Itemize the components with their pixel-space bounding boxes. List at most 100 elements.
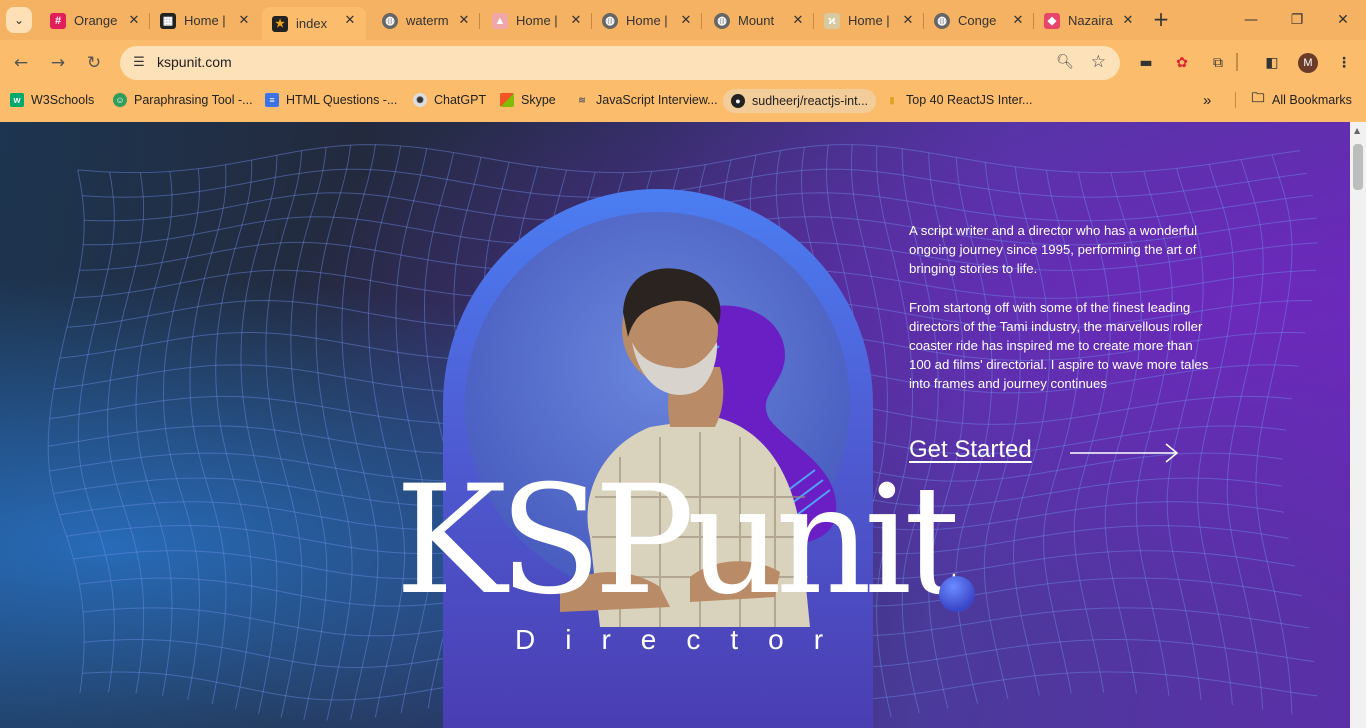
close-icon[interactable]: ✕ (1120, 12, 1136, 28)
scroll-up-arrow-icon[interactable]: ▲ (1354, 126, 1360, 135)
bookmark-label: ChatGPT (434, 93, 487, 107)
arrow-right-icon: → (50, 53, 66, 73)
tab-home-2[interactable]: ▲ Home | ✕ (482, 7, 592, 34)
w3schools-icon: w (10, 93, 24, 107)
tab-conge[interactable]: ◍ Conge ✕ (924, 7, 1034, 34)
bookmark-paraphrasing[interactable]: ☺ Paraphrasing Tool -... (113, 90, 253, 110)
restore-button[interactable]: ❐ (1274, 8, 1320, 32)
close-icon[interactable]: ✕ (456, 12, 472, 28)
bookmark-label: Skype (521, 93, 556, 107)
extension-icon[interactable]: ▬ (1136, 53, 1156, 73)
close-window-button[interactable]: ✕ (1320, 8, 1366, 32)
plus-icon: + (1152, 7, 1170, 31)
bookmark-label: W3Schools (31, 93, 95, 107)
tab-label: Conge (958, 13, 997, 28)
close-icon[interactable]: ✕ (236, 12, 252, 28)
close-icon: ✕ (1337, 12, 1349, 28)
tab-label: index (296, 16, 328, 31)
globe-icon: ◍ (934, 12, 950, 29)
bookmark-html-questions[interactable]: ≡ HTML Questions -... (265, 90, 397, 110)
kspunit-logo: KSPunit (395, 462, 955, 612)
get-started-link[interactable]: Get Started (909, 436, 1032, 464)
globe-icon: ◍ (602, 12, 618, 29)
tab-home-3[interactable]: ◍ Home | ✕ (592, 7, 702, 34)
back-button[interactable]: ← (8, 50, 34, 76)
tab-label: Home | (516, 13, 558, 28)
intro-text: A script writer and a director who has a… (909, 221, 1209, 413)
tab-label: Home | (848, 13, 890, 28)
bookmark-chatgpt[interactable]: ✺ ChatGPT (413, 90, 486, 110)
globe-icon: ◍ (382, 12, 398, 29)
tab-home-1[interactable]: ▦ Home | ✕ (150, 7, 260, 34)
close-icon[interactable]: ✕ (790, 12, 806, 28)
windows-icon (500, 93, 514, 107)
minimize-icon: — (1244, 12, 1258, 28)
browser-toolbar: ← → ↻ ☰ kspunit.com 🔍︎ ☆ ▬ ✿ ⧉ ◧ M ⋮ (0, 40, 1366, 86)
bookmark-skype[interactable]: Skype (500, 90, 556, 110)
github-icon: ● (731, 94, 745, 108)
bookmark-w3schools[interactable]: w W3Schools (10, 90, 94, 110)
tab-orange[interactable]: # Orange ✕ (40, 7, 150, 34)
site-info-icon[interactable]: ☰ (130, 54, 148, 72)
tab-label: Home | (626, 13, 668, 28)
tab-index[interactable]: ★ index ✕ (262, 7, 366, 40)
new-tab-button[interactable]: + (1150, 8, 1172, 30)
more-bookmarks-button[interactable]: » (1203, 90, 1211, 110)
bookmark-star-icon[interactable]: ☆ (1091, 52, 1106, 72)
chevron-down-icon: ⌄ (13, 13, 25, 27)
tent-icon: ▲ (492, 12, 508, 29)
bookmark-label: HTML Questions -... (286, 93, 398, 107)
tab-nazaira[interactable]: ◆ Nazaira ✕ (1034, 7, 1144, 34)
bookmark-icon: ▮ (889, 94, 895, 105)
tab-mount[interactable]: ◍ Mount ✕ (704, 7, 814, 34)
close-icon[interactable]: ✕ (126, 12, 142, 28)
side-panel-icon[interactable]: ◧ (1262, 53, 1282, 73)
tab-home-4[interactable]: ϰ Home | ✕ (814, 7, 924, 34)
tab-label: Nazaira (1068, 13, 1113, 28)
intro-paragraph: A script writer and a director who has a… (909, 223, 1198, 276)
bookmark-label: Paraphrasing Tool -... (134, 93, 253, 107)
grid-icon: ▦ (160, 12, 176, 29)
double-chevron-icon: » (1203, 91, 1212, 109)
color-picker-icon[interactable]: ✿ (1172, 53, 1192, 73)
bookmarks-bar: w W3Schools ☺ Paraphrasing Tool -... ≡ H… (0, 86, 1366, 114)
all-bookmarks-button[interactable]: 🗀 All Bookmarks (1251, 90, 1351, 110)
restore-icon: ❐ (1290, 12, 1304, 28)
scroll-thumb[interactable] (1353, 144, 1363, 190)
forward-button[interactable]: → (45, 50, 71, 76)
tab-search-button[interactable]: ⌄ (6, 7, 32, 33)
address-bar[interactable]: ☰ kspunit.com 🔍︎ ☆ (120, 46, 1120, 80)
wave-icon: ≋ (578, 94, 586, 105)
bookmark-sudheerj[interactable]: ● sudheerj/reactjs-int... (723, 89, 877, 113)
robot-icon: ☺ (113, 93, 127, 107)
menu-kebab-icon[interactable]: ⋮ (1334, 53, 1354, 73)
logo-wordmark: KSPunit (395, 462, 955, 612)
url-text[interactable]: kspunit.com (157, 54, 232, 70)
bookmark-javascript-interview[interactable]: ≋ JavaScript Interview... (575, 90, 717, 110)
close-icon[interactable]: ✕ (900, 12, 916, 28)
tab-separator (479, 13, 480, 29)
minimize-button[interactable]: — (1228, 8, 1274, 32)
extensions-puzzle-icon[interactable]: ⧉ (1208, 53, 1228, 73)
close-icon[interactable]: ✕ (568, 12, 584, 28)
star-icon: ★ (272, 15, 288, 32)
arrow-right-icon[interactable] (1068, 442, 1180, 464)
tab-label: Home | (184, 13, 226, 28)
avatar[interactable]: M (1298, 53, 1318, 73)
intro-paragraph: From startong off with some of the fines… (909, 300, 1209, 391)
tab-strip: ⌄ # Orange ✕ ▦ Home | ✕ ★ index ✕ ◍ wate… (0, 0, 1366, 40)
bookmark-top40[interactable]: ▮ Top 40 ReactJS Inter... (885, 90, 1033, 110)
director-subtitle: Director (515, 624, 854, 655)
close-icon[interactable]: ✕ (678, 12, 694, 28)
tab-waterm[interactable]: ◍ waterm ✕ (372, 7, 480, 34)
reload-button[interactable]: ↻ (81, 50, 107, 76)
tab-label: Mount (738, 13, 775, 28)
scrollbar[interactable]: ▲ (1350, 122, 1366, 728)
folder-icon: 🗀 (1251, 90, 1265, 105)
close-icon[interactable]: ✕ (342, 12, 358, 28)
tab-separator (701, 13, 702, 29)
tab-label: waterm (406, 13, 449, 28)
zoom-icon[interactable]: 🔍︎ (1056, 54, 1074, 70)
close-icon[interactable]: ✕ (1010, 12, 1026, 28)
doc-icon: ≡ (265, 93, 279, 107)
